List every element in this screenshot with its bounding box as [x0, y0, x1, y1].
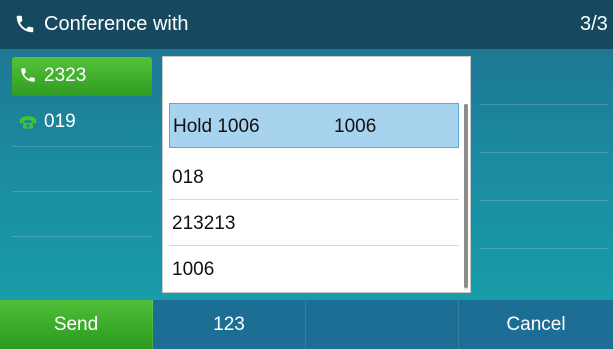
cancel-button[interactable]: Cancel	[459, 300, 613, 349]
softkey-bar: Send 123 Cancel	[0, 300, 613, 349]
scrollbar[interactable]	[464, 104, 468, 290]
line-list: 2323 019	[12, 57, 152, 237]
right-panel-row	[480, 105, 608, 153]
list-item-label: 1006	[172, 259, 215, 280]
softkey-empty	[306, 300, 459, 349]
title-bar: Conference with 3/3	[0, 0, 613, 49]
list-item-label: 018	[172, 167, 204, 188]
right-panel	[480, 57, 608, 289]
line-item-019[interactable]: 019	[12, 102, 152, 147]
right-panel-row	[480, 57, 608, 105]
scrollbar-thumb[interactable]	[464, 104, 468, 288]
right-panel-row	[480, 201, 608, 249]
phone-handset-icon	[21, 68, 35, 82]
line-label: 019	[44, 111, 76, 132]
list-item-label: 213213	[172, 213, 236, 234]
list-item-label: Hold 1006	[173, 116, 260, 137]
list-item-number: 1006	[334, 116, 377, 137]
right-panel-row	[480, 153, 608, 201]
conference-target-list: Hold 1006 1006 018 213213 1006	[162, 56, 471, 293]
line-item-2323[interactable]: 2323	[12, 57, 152, 96]
dialpad-mode-button[interactable]: 123	[153, 300, 306, 349]
list-item[interactable]: 213213	[169, 201, 459, 246]
line-item-empty	[12, 147, 152, 192]
page-title: Conference with	[44, 13, 189, 35]
phone-screen: Conference with 3/3 2323 019 Hold 1006 1…	[0, 0, 613, 349]
held-call-icon	[19, 116, 37, 129]
page-indicator: 3/3	[580, 13, 608, 35]
list-item[interactable]: Hold 1006 1006	[169, 103, 459, 148]
line-item-empty	[12, 192, 152, 237]
list-item[interactable]: 018	[169, 155, 459, 200]
list-item[interactable]: 1006	[169, 247, 459, 292]
send-button[interactable]: Send	[0, 300, 153, 349]
line-label: 2323	[44, 65, 87, 86]
phone-icon	[16, 15, 34, 33]
